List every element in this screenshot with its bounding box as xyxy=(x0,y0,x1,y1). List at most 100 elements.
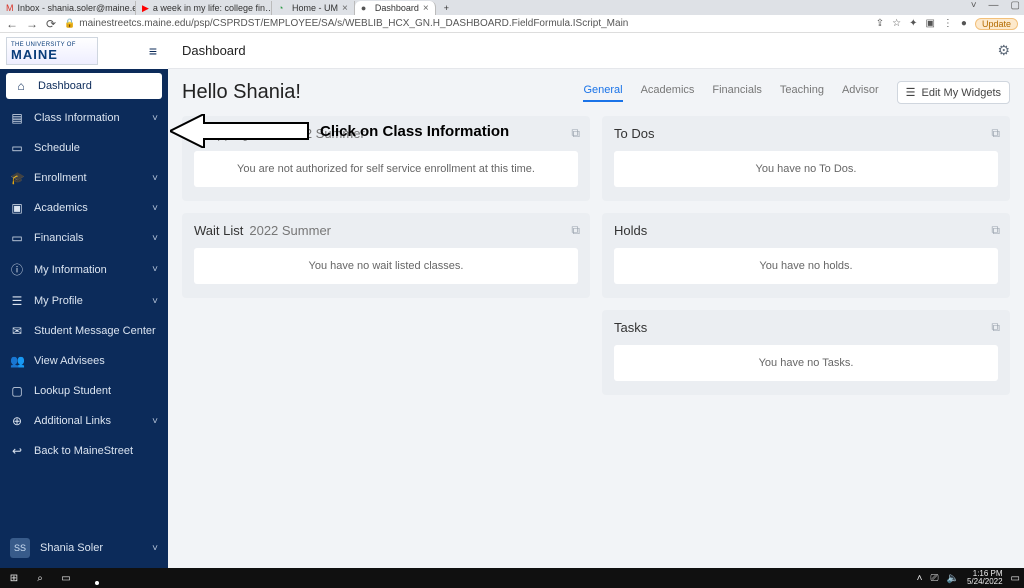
my-profile-icon: ☰ xyxy=(10,294,24,308)
new-tab-button[interactable]: + xyxy=(436,1,457,15)
edit-widgets-button[interactable]: ☰ Edit My Widgets xyxy=(897,81,1010,104)
shopping-cart-card: Shopping Cart 2022 Summer ⧉ You are not … xyxy=(182,116,590,201)
nav-list: ⌂Dashboard ▤ Class Information ˅ ▭ Schedule 🎓E… xyxy=(0,69,168,528)
tray-chevron-icon[interactable]: ˄ xyxy=(917,573,923,584)
window-restore-icon[interactable]: — xyxy=(989,0,999,11)
card-subtitle: 2022 Summer xyxy=(283,126,365,141)
taskbar-date: 5/24/2022 xyxy=(967,578,1003,586)
tab-advisor[interactable]: Advisor xyxy=(842,84,879,102)
start-button[interactable]: ⊞ xyxy=(4,573,24,584)
lock-icon: 🔒 xyxy=(64,18,75,29)
sidebar-item-lookup-student[interactable]: ▢Lookup Student xyxy=(0,376,168,406)
nav-back-button[interactable]: ← xyxy=(6,17,18,31)
brand-row: THE UNIVERSITY OF MAINE ≡ xyxy=(0,33,168,69)
sidebar-item-label: Academics xyxy=(34,202,88,214)
lookup-student-icon: ▢ xyxy=(10,384,24,398)
chevron-down-icon: ˅ xyxy=(152,173,158,184)
omnibox[interactable]: 🔒 mainestreetcs.maine.edu/psp/CSPRDST/EM… xyxy=(64,18,868,29)
popout-icon[interactable]: ⧉ xyxy=(991,126,1000,141)
nav-reload-button[interactable]: ⟳ xyxy=(46,17,56,31)
popout-icon[interactable]: ⧉ xyxy=(571,223,580,238)
sidebar-item-enrollment[interactable]: 🎓Enrollment˅ xyxy=(0,163,168,193)
sidebar-item-student-message-center[interactable]: ✉ Student Message Center xyxy=(0,316,168,346)
back-to-mainestreet-icon: ↩ xyxy=(10,444,24,458)
nav-forward-button[interactable]: → xyxy=(26,17,38,31)
chevron-down-icon: ˅ xyxy=(152,203,158,214)
apps-icon[interactable]: ▣ xyxy=(925,18,934,29)
sidebar-item-my-information[interactable]: ⓘMy Information˅ xyxy=(0,253,168,286)
sidebar-item-class-information[interactable]: ▤ Class Information ˅ xyxy=(0,103,168,133)
sidebar-item-additional-links[interactable]: ⊕Additional Links˅ xyxy=(0,406,168,436)
sidebar-item-academics[interactable]: ▣Academics˅ xyxy=(0,193,168,223)
sidebar-item-dashboard[interactable]: ⌂Dashboard xyxy=(6,73,162,99)
search-button[interactable]: ⌕ xyxy=(30,573,50,584)
card-body: You have no holds. xyxy=(614,248,998,284)
window-controls: ˅ — ▢ xyxy=(971,0,1020,11)
dashboard-content: Hello Shania! GeneralAcademicsFinancials… xyxy=(168,69,1024,568)
browser-tab[interactable]: MInbox - shania.soler@maine.edu× xyxy=(0,1,136,15)
topbar: Dashboard ⚙ xyxy=(168,33,1024,69)
tasks-card: Tasks ⧉ You have no Tasks. xyxy=(602,310,1010,395)
dashboard-tabs: General Academics Financials Teaching Adviso… xyxy=(583,84,878,102)
sidebar-item-label: Schedule xyxy=(34,142,80,154)
chevron-down-icon: ˅ xyxy=(152,416,158,427)
schedule-icon: ▭ xyxy=(10,141,24,155)
sidebar-item-label: Student Message Center xyxy=(34,325,156,337)
todos-card: To Dos ⧉ You have no To Dos. xyxy=(602,116,1010,201)
sidebar-item-label: Class Information xyxy=(34,112,120,124)
sidebar-item-financials[interactable]: ▭Financials˅ xyxy=(0,223,168,253)
popout-icon[interactable]: ⧉ xyxy=(991,223,1000,238)
gear-icon[interactable]: ⚙ xyxy=(997,42,1010,59)
browser-address-bar: ← → ⟳ 🔒 mainestreetcs.maine.edu/psp/CSPR… xyxy=(0,15,1024,33)
extensions-icon[interactable]: ✦ xyxy=(909,18,917,29)
financials-icon: ▭ xyxy=(10,231,24,245)
sidebar-item-my-profile[interactable]: ☰My Profile˅ xyxy=(0,286,168,316)
tab-general[interactable]: General xyxy=(583,84,622,102)
card-title: To Dos xyxy=(614,126,654,141)
tab-label: a week in my life: college fin… xyxy=(153,3,272,13)
window-close-icon[interactable]: ▢ xyxy=(1011,0,1020,11)
university-logo: THE UNIVERSITY OF MAINE xyxy=(6,37,98,65)
tray-volume-icon[interactable]: 🔈 xyxy=(947,573,959,584)
bookmark-star-icon[interactable]: ☆ xyxy=(892,18,901,29)
notifications-button[interactable]: ▭ xyxy=(1011,573,1020,584)
popout-icon[interactable]: ⧉ xyxy=(571,126,580,141)
hamburger-icon[interactable]: ≡ xyxy=(144,43,162,59)
sidebar-user-row[interactable]: SS Shania Soler ˅ xyxy=(0,528,168,568)
favicon-icon: M xyxy=(6,3,14,13)
tab-financials[interactable]: Financials xyxy=(712,84,762,102)
profile-avatar-icon[interactable]: ● xyxy=(961,18,967,29)
card-body: You have no To Dos. xyxy=(614,151,998,187)
taskbar-clock[interactable]: 1:16 PM 5/24/2022 xyxy=(967,570,1003,586)
tray-battery-icon[interactable]: ⎚ xyxy=(931,573,939,584)
browser-tab[interactable]: ●Dashboard× xyxy=(355,1,436,15)
browser-tabstrip: MInbox - shania.soler@maine.edu×▶a week … xyxy=(0,0,1024,15)
view-advisees-icon: 👥 xyxy=(10,354,24,368)
favicon-icon: ◔ xyxy=(278,3,288,13)
window-minimize-icon[interactable]: ˅ xyxy=(971,0,977,11)
share-icon[interactable]: ⇪ xyxy=(876,18,884,29)
chevron-down-icon: ˅ xyxy=(152,233,158,244)
chevron-down-icon: ˅ xyxy=(152,113,158,124)
card-title: Holds xyxy=(614,223,647,238)
close-tab-icon[interactable]: × xyxy=(342,3,348,14)
tab-academics[interactable]: Academics xyxy=(641,84,695,102)
sidebar-item-label: Back to MaineStreet xyxy=(34,445,133,457)
sidebar-item-view-advisees[interactable]: 👥View Advisees xyxy=(0,346,168,376)
close-tab-icon[interactable]: × xyxy=(423,3,429,14)
tab-teaching[interactable]: Teaching xyxy=(780,84,824,102)
browser-tab[interactable]: ◔Home - UM× xyxy=(272,1,355,15)
menu-icon[interactable]: ⋮ xyxy=(943,18,953,29)
class-information-icon: ▤ xyxy=(10,111,24,125)
tab-label: Dashboard xyxy=(375,3,419,13)
taskview-button[interactable]: ▭ xyxy=(56,573,76,584)
holds-card: Holds ⧉ You have no holds. xyxy=(602,213,1010,298)
chevron-down-icon: ˅ xyxy=(152,296,158,307)
card-body: You are not authorized for self service … xyxy=(194,151,578,187)
student-message-center-icon: ✉ xyxy=(10,324,24,338)
sidebar-item-schedule[interactable]: ▭ Schedule xyxy=(0,133,168,163)
popout-icon[interactable]: ⧉ xyxy=(991,320,1000,335)
browser-update-button[interactable]: Update xyxy=(975,18,1018,30)
browser-tab[interactable]: ▶a week in my life: college fin…🔇× xyxy=(136,1,272,15)
sidebar-item-back-to-mainestreet[interactable]: ↩ Back to MaineStreet xyxy=(0,436,168,466)
